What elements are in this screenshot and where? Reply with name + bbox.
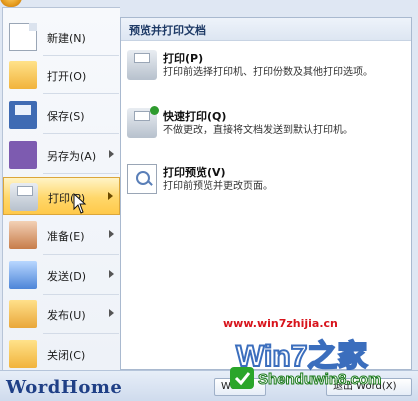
panel-header: 预览并打印文档 xyxy=(121,18,411,41)
print-preview-icon xyxy=(127,164,157,194)
watermark-shenduwin8-text: Shenduwin8.com xyxy=(258,371,381,388)
shenduwin8-watermark: Shenduwin8.com xyxy=(230,366,416,390)
menu-item-save[interactable]: 保存(S) xyxy=(3,98,120,132)
option-title: 快速打印(Q) xyxy=(163,110,227,123)
submenu-arrow-icon xyxy=(109,270,114,278)
new-doc-icon xyxy=(9,23,37,51)
print-submenu-panel: 预览并打印文档 打印(P) 打印前选择打印机、打印份数及其他打印选项。 快速打印… xyxy=(120,17,412,370)
option-title: 打印预览(V) xyxy=(163,166,226,179)
menu-item-label: 保存(S) xyxy=(47,110,85,123)
submenu-arrow-icon xyxy=(109,150,114,158)
menu-item-label: 关闭(C) xyxy=(47,349,86,362)
divider xyxy=(43,254,119,255)
menu-item-close[interactable]: 关闭(C) xyxy=(3,337,120,371)
divider xyxy=(43,333,119,334)
printer-icon xyxy=(127,50,157,80)
menu-item-label: 发送(D) xyxy=(47,270,87,283)
divider xyxy=(43,55,119,56)
option-description: 不做更改，直接将文档发送到默认打印机。 xyxy=(163,125,353,136)
panel-title: 预览并打印文档 xyxy=(129,24,206,37)
publish-icon xyxy=(9,300,37,328)
menu-item-save-as[interactable]: 另存为(A) xyxy=(3,138,120,172)
folder-open-icon xyxy=(9,61,37,89)
office-menu-screenshot: 新建(N) 打开(O) 保存(S) 另存为(A) 打印(P) 准备(E) 发送(… xyxy=(0,0,418,401)
menu-item-label: 打开(O) xyxy=(47,70,87,83)
divider xyxy=(43,133,119,134)
print-option[interactable]: 打印(P) 打印前选择打印机、打印份数及其他打印选项。 xyxy=(127,50,407,96)
menu-item-send[interactable]: 发送(D) xyxy=(3,258,120,292)
printer-icon xyxy=(10,183,38,211)
menu-item-open[interactable]: 打开(O) xyxy=(3,58,120,92)
watermark-url: www.win7zhijia.cn xyxy=(223,317,338,330)
close-folder-icon xyxy=(9,340,37,368)
print-preview-option[interactable]: 打印预览(V) 打印前预览并更改页面。 xyxy=(127,164,407,200)
save-as-icon xyxy=(9,141,37,169)
menu-item-publish[interactable]: 发布(U) xyxy=(3,297,120,331)
office-orb-icon[interactable] xyxy=(0,0,22,7)
option-title: 打印(P) xyxy=(163,52,204,65)
mouse-cursor-icon xyxy=(73,193,87,214)
option-description: 打印前选择打印机、打印份数及其他打印选项。 xyxy=(163,67,373,78)
save-disk-icon xyxy=(9,101,37,129)
option-description: 打印前预览并更改页面。 xyxy=(163,181,273,192)
brand-logo: WordHome xyxy=(6,377,123,398)
menu-item-print[interactable]: 打印(P) xyxy=(3,177,120,215)
menu-item-label: 新建(N) xyxy=(47,32,86,45)
submenu-arrow-icon xyxy=(109,230,114,238)
send-icon xyxy=(9,261,37,289)
check-icon xyxy=(150,106,159,115)
divider xyxy=(43,173,119,174)
menu-item-prepare[interactable]: 准备(E) xyxy=(3,218,120,252)
submenu-arrow-icon xyxy=(109,309,114,317)
divider xyxy=(43,294,119,295)
menu-item-label: 另存为(A) xyxy=(47,150,97,163)
prepare-icon xyxy=(9,221,37,249)
quick-print-option[interactable]: 快速打印(Q) 不做更改，直接将文档发送到默认打印机。 xyxy=(127,106,407,144)
submenu-arrow-icon xyxy=(108,192,113,200)
office-menu-left: 新建(N) 打开(O) 保存(S) 另存为(A) 打印(P) 准备(E) 发送(… xyxy=(2,7,120,371)
menu-item-new[interactable]: 新建(N) xyxy=(3,20,120,54)
menu-item-label: 准备(E) xyxy=(47,230,85,243)
divider xyxy=(43,93,119,94)
quick-print-icon xyxy=(127,106,159,138)
menu-item-label: 发布(U) xyxy=(47,309,86,322)
